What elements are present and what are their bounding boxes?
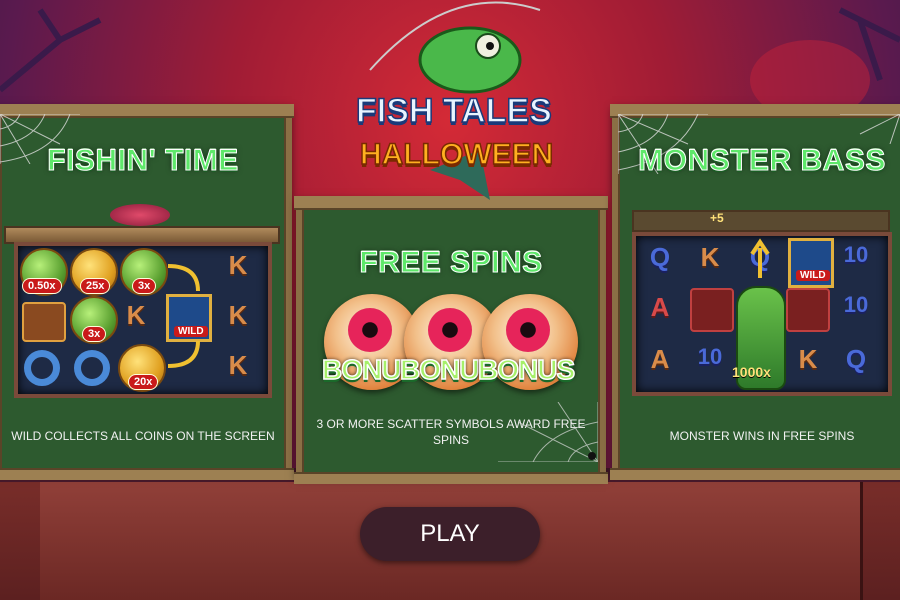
- coin-multiplier: 20x: [128, 374, 159, 390]
- letter-symbol: K: [798, 344, 818, 374]
- monster-multiplier: 1000x: [732, 364, 771, 380]
- play-button[interactable]: PLAY: [360, 507, 540, 561]
- panel-monster-bass: MONSTER BASS +5 Q K Q WILD 10 A 10 A 10 …: [610, 104, 900, 480]
- wild-label: WILD: [796, 270, 830, 281]
- panel-description: WILD COLLECTS ALL COINS ON THE SCREEN: [11, 429, 275, 443]
- letter-symbol: K: [126, 300, 146, 330]
- scatter-label: BONU: [321, 353, 402, 386]
- letter-symbol: 10: [697, 344, 723, 369]
- panel-free-spins: FREE SPINS BONU BONU BONUS 3 OR MORE SCA…: [294, 196, 608, 484]
- coin-multiplier: 25x: [80, 278, 111, 294]
- lifebuoy-icon: [74, 350, 110, 386]
- bait-bowl-icon: [110, 204, 170, 226]
- lifebuoy-icon: [24, 350, 60, 386]
- letter-symbol: A: [650, 344, 670, 374]
- panel-description: MONSTER WINS IN FREE SPINS: [669, 429, 855, 443]
- scatter-label: BONUS: [477, 353, 576, 386]
- letter-symbol: K: [228, 350, 248, 380]
- reel-grid: Q K Q WILD 10 A 10 A 10 1000x K Q: [632, 232, 892, 396]
- letter-symbol: Q: [649, 242, 671, 272]
- bonus-spins-tag: +5: [710, 211, 724, 225]
- letter-symbol: K: [228, 300, 248, 330]
- letter-symbol: 10: [843, 242, 869, 267]
- coin-multiplier: 3x: [82, 326, 107, 342]
- spiderweb-icon: [498, 402, 598, 462]
- treasure-chest-icon: [786, 288, 830, 332]
- treasure-chest-icon: [690, 288, 734, 332]
- letter-symbol: K: [228, 250, 248, 280]
- coin-multiplier: 3x: [132, 278, 157, 294]
- spiderweb-icon: [840, 114, 900, 144]
- arrow-up-icon: [750, 238, 770, 278]
- panel-heading: FREE SPINS: [359, 246, 543, 280]
- coin-multiplier: 0.50x: [22, 278, 62, 294]
- arrow-icon: [167, 264, 200, 368]
- panel-heading: MONSTER BASS: [638, 144, 886, 178]
- letter-symbol: Q: [845, 344, 867, 374]
- letter-symbol: 10: [843, 292, 869, 317]
- treasure-chest-icon: [22, 302, 66, 342]
- logo-subtitle: HALLOWEEN: [359, 137, 554, 172]
- reel-rail: [632, 210, 890, 232]
- panel-fishin-time: FISHIN' TIME 0.50x 25x 3x K 3x K WILD K …: [0, 104, 294, 480]
- panel-heading: FISHIN' TIME: [47, 144, 239, 178]
- letter-symbol: K: [700, 242, 720, 272]
- logo-title: FISH TALES: [355, 91, 552, 131]
- scatter-label: BONU: [399, 353, 480, 386]
- letter-symbol: A: [650, 292, 670, 322]
- reel-grid: 0.50x 25x 3x K 3x K WILD K 20x K: [14, 242, 272, 398]
